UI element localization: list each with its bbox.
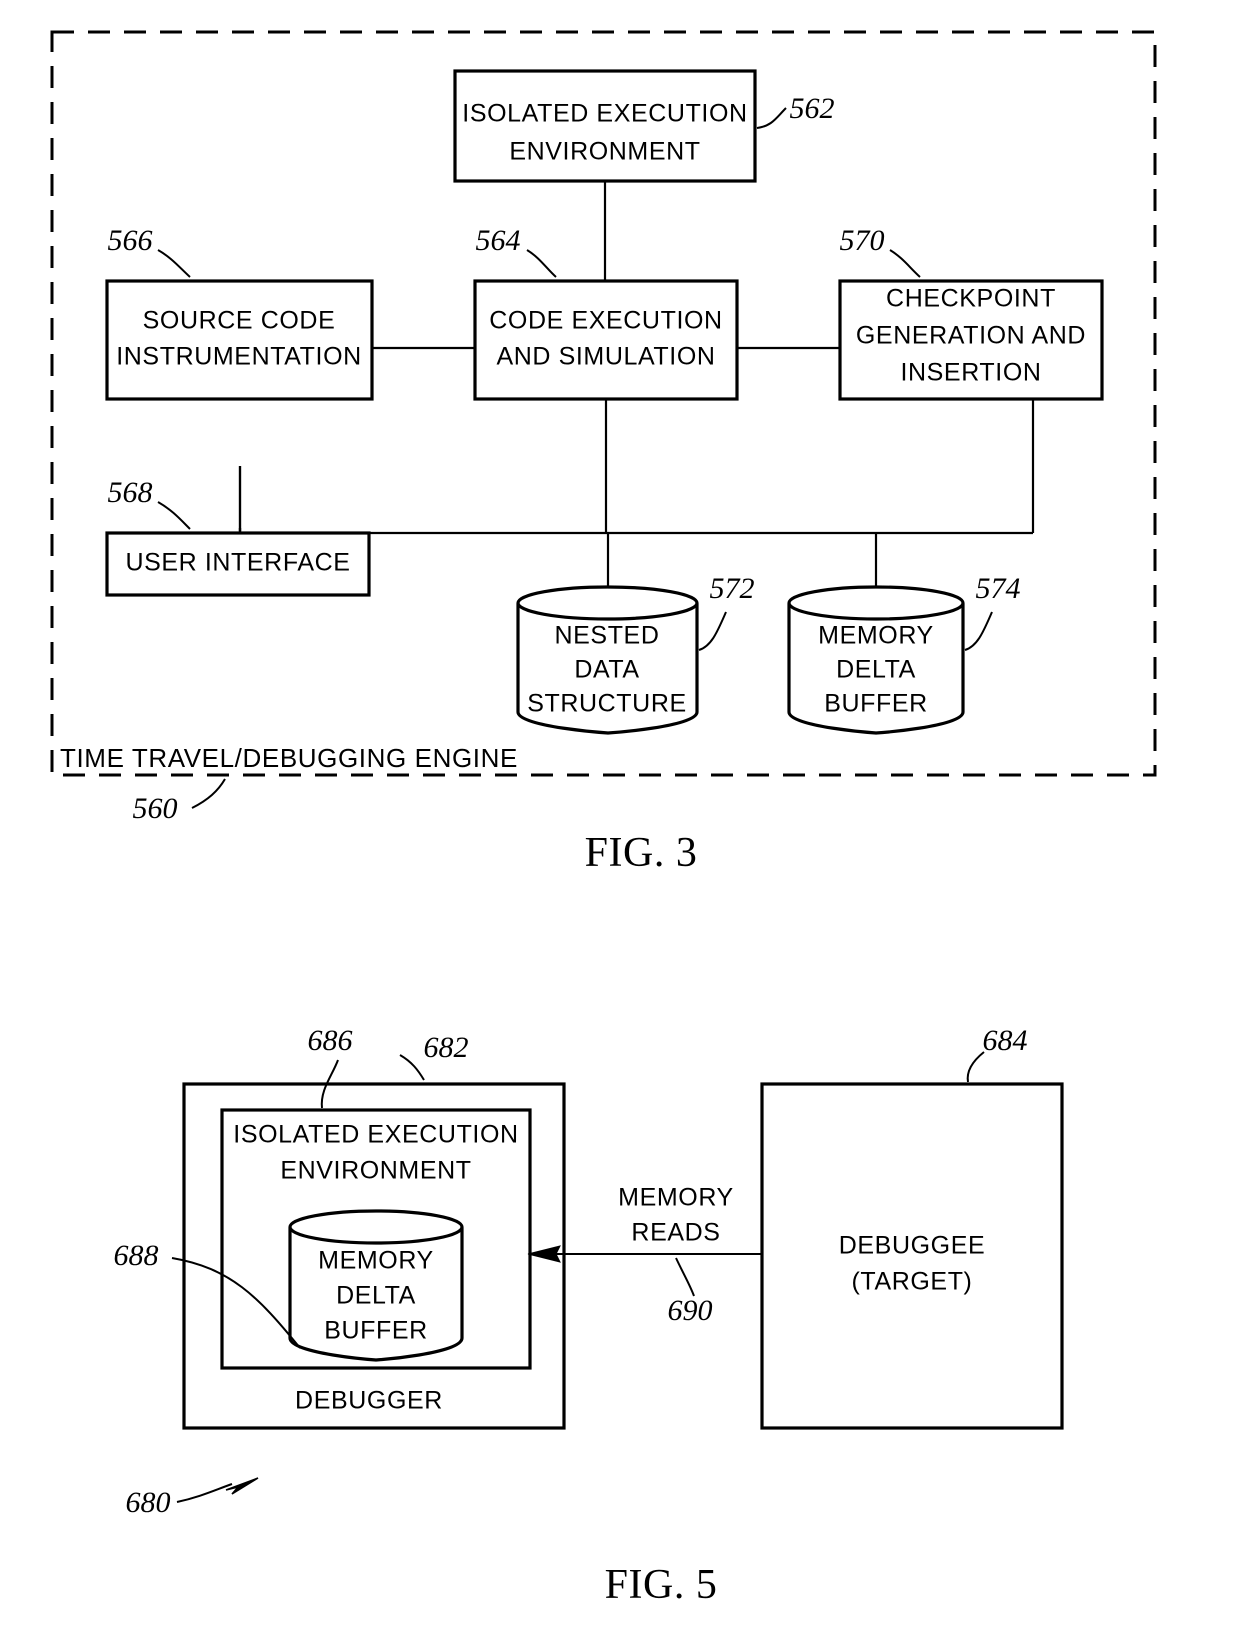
drawing-canvas: ISOLATED EXECUTION ENVIRONMENT 562 SOURC… xyxy=(50,30,1157,1608)
connector-memory-reads-line1: MEMORY xyxy=(618,1184,734,1212)
ref-568: 568 xyxy=(108,476,153,509)
box-code-execution-and-simulation xyxy=(473,279,739,401)
fig3-caption: FIG. 3 xyxy=(585,830,698,876)
leader-564 xyxy=(526,249,557,278)
box-code-execution-and-simulation-line2: AND SIMULATION xyxy=(496,343,715,371)
cylinder-memory-delta-buffer-fig5-line1: MEMORY xyxy=(318,1247,434,1275)
box-user-interface-line1: USER INTERFACE xyxy=(125,549,350,577)
box-debuggee-target-line2: (TARGET) xyxy=(852,1268,973,1296)
arrowhead-680 xyxy=(225,1477,259,1495)
ref-686: 686 xyxy=(308,1024,353,1057)
box-debugger-label: DEBUGGER xyxy=(295,1387,443,1415)
cylinder-nested-data-structure-line2: DATA xyxy=(574,656,639,684)
box-source-code-instrumentation-line2: INSTRUMENTATION xyxy=(116,343,362,371)
patent-drawing-sheet: ISOLATED EXECUTION ENVIRONMENT 562 SOURC… xyxy=(0,0,1240,1646)
leader-572 xyxy=(698,611,727,651)
box-checkpoint-generation-and-insertion-line3: INSERTION xyxy=(900,359,1041,387)
box-checkpoint-generation-and-insertion-line2: GENERATION AND xyxy=(856,322,1086,350)
cylinder-nested-data-structure-line1: NESTED xyxy=(554,622,659,650)
box-isolated-execution-environment-fig5-line2: ENVIRONMENT xyxy=(280,1157,471,1185)
ref-684: 684 xyxy=(983,1024,1028,1057)
box-source-code-instrumentation xyxy=(105,279,374,401)
cylinder-memory-delta-buffer-fig5-line2: DELTA xyxy=(336,1282,416,1310)
ref-690: 690 xyxy=(668,1294,713,1327)
ref-680: 680 xyxy=(126,1486,171,1519)
box-checkpoint-generation-and-insertion-line1: CHECKPOINT xyxy=(886,285,1056,313)
ref-574: 574 xyxy=(976,572,1021,605)
box-debuggee-target-line1: DEBUGGEE xyxy=(839,1232,986,1260)
box-source-code-instrumentation-line1: SOURCE CODE xyxy=(143,307,336,335)
leader-682 xyxy=(399,1054,425,1081)
ref-682: 682 xyxy=(424,1031,469,1064)
leader-566 xyxy=(157,249,191,278)
leader-690 xyxy=(675,1257,695,1297)
cylinder-memory-delta-buffer-fig3-line2: DELTA xyxy=(836,656,916,684)
box-isolated-execution-environment-line1: ISOLATED EXECUTION xyxy=(462,100,747,128)
ref-564: 564 xyxy=(476,224,521,257)
cylinder-memory-delta-buffer-fig3-line1: MEMORY xyxy=(818,622,934,650)
cylinder-memory-delta-buffer-fig5-line3: BUFFER xyxy=(324,1317,428,1345)
leader-560 xyxy=(191,778,226,809)
fig3-group: ISOLATED EXECUTION ENVIRONMENT 562 SOURC… xyxy=(50,30,1157,876)
leader-568 xyxy=(157,501,191,530)
leader-562 xyxy=(756,107,787,129)
cylinder-nested-data-structure-line3: STRUCTURE xyxy=(527,690,687,718)
ref-570: 570 xyxy=(840,224,885,257)
leader-574 xyxy=(964,611,993,651)
ref-572: 572 xyxy=(710,572,755,605)
ref-688: 688 xyxy=(114,1239,159,1272)
connector-memory-reads-line2: READS xyxy=(631,1219,720,1247)
ref-566: 566 xyxy=(108,224,153,257)
box-code-execution-and-simulation-line1: CODE EXECUTION xyxy=(489,307,722,335)
ref-562: 562 xyxy=(790,92,835,125)
ref-560: 560 xyxy=(133,792,178,825)
box-isolated-execution-environment-line2: ENVIRONMENT xyxy=(509,138,700,166)
fig5-caption: FIG. 5 xyxy=(605,1562,718,1608)
leader-570 xyxy=(889,249,921,278)
box-isolated-execution-environment-fig5-line1: ISOLATED EXECUTION xyxy=(233,1121,518,1149)
cylinder-memory-delta-buffer-fig3-line3: BUFFER xyxy=(824,690,928,718)
time-travel-debugging-engine-label: TIME TRAVEL/DEBUGGING ENGINE xyxy=(60,743,518,773)
fig5-group: DEBUGGER 682 ISOLATED EXECUTION ENVIRONM… xyxy=(114,1024,1064,1608)
leader-680 xyxy=(176,1483,233,1503)
